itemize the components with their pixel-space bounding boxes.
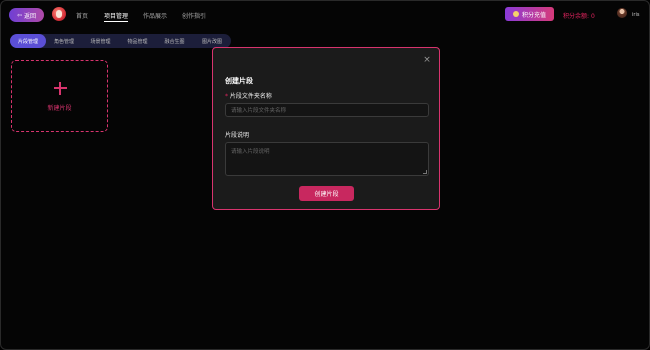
close-icon[interactable]: × [423, 56, 431, 65]
recharge-label: 积分充值 [521, 11, 546, 19]
nav-works[interactable]: 作品展示 [143, 11, 167, 20]
back-label: 返回 [24, 12, 37, 20]
tab-segment-management[interactable]: 片段管理 [10, 34, 46, 48]
create-segment-button[interactable]: 创建片段 [299, 186, 354, 201]
description-textarea[interactable]: 请输入片段说明 [225, 142, 429, 176]
folder-name-input[interactable]: 请输入片段文件夹名称 [225, 103, 429, 117]
nav-guide[interactable]: 创作指引 [182, 11, 206, 20]
tab-fusion-image[interactable]: 融合生图 [156, 34, 193, 48]
app-window: ⇦ 返回 首页 项目管理 作品展示 创作指引 积分充值 积分余额: 0 iris… [0, 0, 650, 350]
required-mark: * [225, 93, 228, 100]
recharge-button[interactable]: 积分充值 [505, 7, 554, 21]
nav-project-management[interactable]: 项目管理 [104, 11, 128, 20]
new-segment-card[interactable]: 新建片段 [11, 60, 108, 132]
description-label: 片段说明 [225, 132, 250, 139]
description-placeholder: 请输入片段说明 [231, 149, 270, 155]
tab-image-edit[interactable]: 图片改图 [193, 34, 231, 48]
top-bar: ⇦ 返回 首页 项目管理 作品展示 创作指引 积分充值 积分余额: 0 iris [1, 1, 649, 29]
avatar[interactable] [617, 8, 627, 18]
plus-icon-vertical [59, 82, 61, 95]
tab-scene-management[interactable]: 场景管理 [82, 34, 119, 48]
create-segment-dialog: × 创建片段 * 片段文件夹名称 请输入片段文件夹名称 片段说明 请输入片段说明… [212, 47, 440, 210]
tab-item-management[interactable]: 物品管理 [119, 34, 156, 48]
balance-label: 积分余额: [563, 13, 590, 20]
back-arrow-icon: ⇦ [16, 11, 22, 19]
back-button[interactable]: ⇦ 返回 [9, 8, 44, 22]
sub-tabs: 片段管理 角色管理 场景管理 物品管理 融合生图 图片改图 [10, 34, 231, 48]
new-segment-label: 新建片段 [47, 105, 72, 112]
folder-name-placeholder: 请输入片段文件夹名称 [231, 108, 287, 114]
dialog-title: 创建片段 [225, 77, 253, 85]
tab-character-management[interactable]: 角色管理 [46, 34, 82, 48]
nav-home[interactable]: 首页 [76, 11, 88, 20]
resize-handle[interactable] [423, 170, 427, 174]
nav-active-indicator [104, 21, 128, 22]
coin-icon [512, 11, 519, 17]
points-balance: 积分余额: 0 [563, 11, 595, 20]
folder-name-label-text: 片段文件夹名称 [229, 93, 272, 100]
logo-icon[interactable] [52, 7, 66, 21]
folder-name-label: * 片段文件夹名称 [225, 91, 272, 100]
username[interactable]: iris [632, 12, 639, 18]
balance-value: 0 [590, 13, 595, 20]
